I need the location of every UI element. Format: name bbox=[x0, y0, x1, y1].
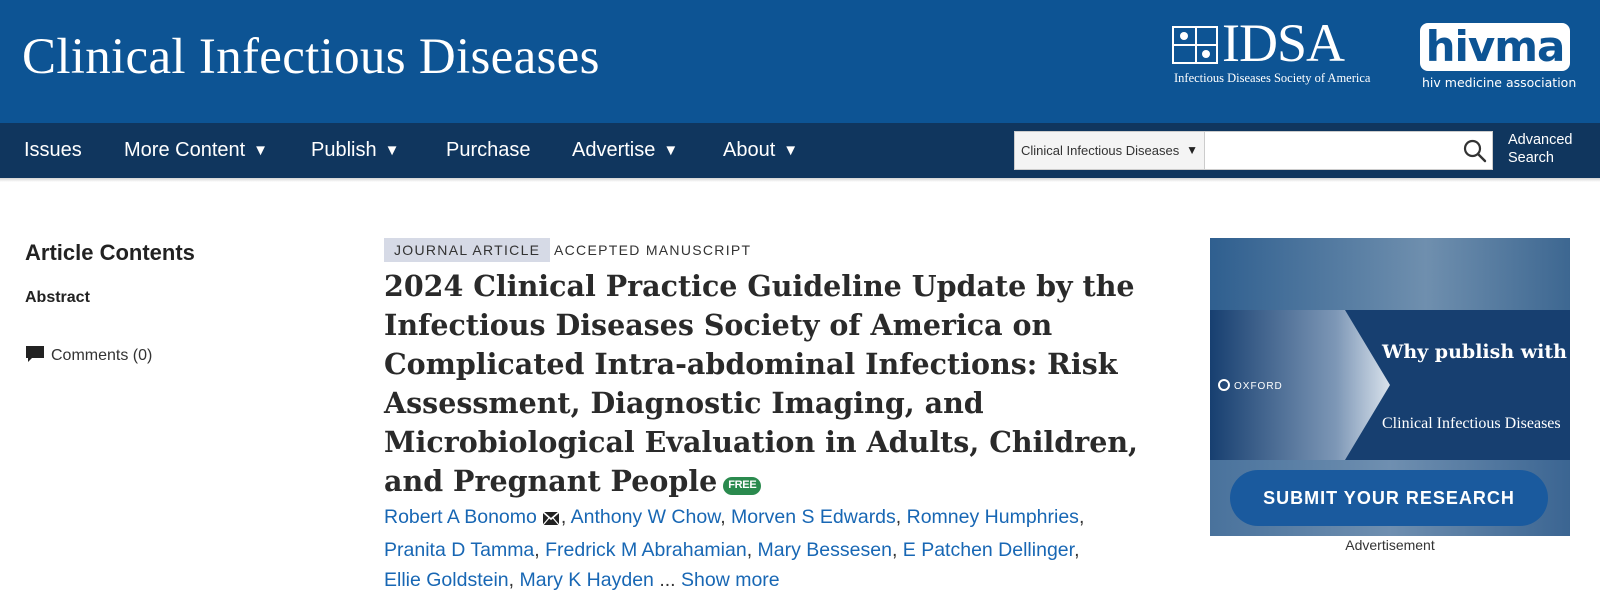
journal-title[interactable]: Clinical Infectious Diseases bbox=[22, 28, 600, 86]
comment-icon bbox=[25, 345, 45, 368]
idsa-tagline: Infectious Diseases Society of America bbox=[1174, 71, 1371, 85]
masthead: Clinical Infectious Diseases IDSA Infect… bbox=[0, 0, 1600, 123]
hivma-tagline: hiv medicine association bbox=[1422, 75, 1577, 90]
article-contents-heading: Article Contents bbox=[25, 240, 195, 265]
nav-advertise[interactable]: Advertise ▼ bbox=[572, 123, 678, 178]
advertisement-banner[interactable]: OXFORD Why publish with Clinical Infecti… bbox=[1210, 238, 1570, 536]
caret-down-icon: ▼ bbox=[253, 142, 269, 159]
article-title: 2024 Clinical Practice Guideline Update … bbox=[384, 267, 1144, 501]
author-separator: , bbox=[560, 506, 567, 528]
advanced-search-link[interactable]: Advanced Search bbox=[1508, 131, 1573, 167]
nav-purchase-label: Purchase bbox=[446, 139, 531, 161]
author-link[interactable]: Ellie Goldstein bbox=[384, 569, 509, 591]
ad-background-top bbox=[1210, 238, 1570, 310]
toc-item-abstract[interactable]: Abstract bbox=[25, 289, 90, 307]
author-link[interactable]: Morven S Edwards bbox=[731, 506, 896, 528]
ad-journal-name: Clinical Infectious Diseases bbox=[1382, 415, 1561, 432]
main-nav: Issues More Content ▼ Publish ▼ Purchase A… bbox=[0, 123, 1600, 178]
author-separator: , bbox=[891, 538, 898, 561]
comments-link[interactable]: Comments (0) bbox=[25, 345, 152, 368]
envelope-icon[interactable] bbox=[542, 504, 560, 535]
nav-more-content[interactable]: More Content ▼ bbox=[124, 123, 268, 178]
advertisement-label: Advertisement bbox=[1345, 537, 1435, 553]
oxford-wordmark: OXFORD bbox=[1234, 381, 1283, 392]
advanced-search-line2: Search bbox=[1508, 150, 1554, 166]
caret-down-icon: ▼ bbox=[663, 142, 679, 159]
article-type-badge: JOURNAL ARTICLE bbox=[384, 238, 551, 262]
author-link[interactable]: Pranita D Tamma bbox=[384, 539, 534, 561]
author-list: Robert A Bonomo, Anthony W Chow, Morven … bbox=[384, 502, 1104, 596]
nav-purchase[interactable]: Purchase bbox=[446, 123, 531, 178]
caret-down-icon: ▼ bbox=[384, 142, 400, 159]
nav-advertise-label: Advertise bbox=[572, 139, 656, 161]
oxford-ring-icon bbox=[1218, 379, 1230, 391]
search-scope-select[interactable]: Clinical Infectious Diseases ▼ bbox=[1014, 131, 1205, 170]
article-status-badge: ACCEPTED MANUSCRIPT bbox=[554, 242, 752, 258]
nav-about-label: About bbox=[723, 139, 776, 161]
idsa-logo[interactable]: IDSA Infectious Diseases Society of Amer… bbox=[1172, 16, 1397, 88]
author-ellipsis: ... bbox=[659, 569, 676, 591]
author-separator: , bbox=[508, 569, 515, 591]
caret-down-icon: ▼ bbox=[1182, 132, 1198, 169]
author-link[interactable]: Mary K Hayden bbox=[520, 569, 654, 591]
hivma-wordmark: hivma bbox=[1425, 22, 1566, 71]
nav-issues-label: Issues bbox=[24, 139, 82, 161]
author-link[interactable]: Romney Humphries bbox=[907, 506, 1079, 528]
author-separator: , bbox=[534, 538, 540, 561]
search-input[interactable] bbox=[1205, 131, 1493, 170]
free-badge: FREE bbox=[723, 477, 762, 495]
author-separator: , bbox=[720, 506, 726, 528]
author-separator: , bbox=[746, 538, 753, 561]
nav-shadow bbox=[0, 178, 1600, 182]
caret-down-icon: ▼ bbox=[783, 142, 799, 159]
author-link[interactable]: Anthony W Chow bbox=[571, 506, 721, 528]
author-link[interactable]: E Patchen Dellinger bbox=[903, 539, 1074, 561]
nav-publish-label: Publish bbox=[311, 139, 377, 161]
hivma-logo[interactable]: hivma hiv medicine association bbox=[1420, 22, 1577, 93]
author-link[interactable]: Robert A Bonomo bbox=[384, 506, 537, 528]
oxford-logo: OXFORD bbox=[1218, 379, 1283, 392]
idsa-emblem-icon bbox=[1172, 26, 1218, 64]
nav-issues[interactable]: Issues bbox=[24, 123, 82, 178]
author-link[interactable]: Mary Bessesen bbox=[758, 539, 892, 561]
author-link[interactable]: Fredrick M Abrahamian bbox=[545, 539, 747, 561]
author-separator: , bbox=[895, 506, 902, 528]
article-title-text: 2024 Clinical Practice Guideline Update … bbox=[384, 269, 1138, 498]
advanced-search-line1: Advanced bbox=[1508, 132, 1573, 148]
author-separator: , bbox=[1078, 506, 1085, 528]
nav-more-content-label: More Content bbox=[124, 139, 246, 161]
idsa-wordmark: IDSA bbox=[1222, 13, 1345, 73]
author-separator: , bbox=[1074, 538, 1080, 561]
submit-research-button[interactable]: SUBMIT YOUR RESEARCH bbox=[1230, 470, 1548, 526]
search-scope-value: Clinical Infectious Diseases bbox=[1021, 143, 1180, 158]
ad-headline: Why publish with bbox=[1382, 341, 1567, 363]
nav-about[interactable]: About ▼ bbox=[723, 123, 798, 178]
nav-publish[interactable]: Publish ▼ bbox=[311, 123, 399, 178]
comments-label: Comments (0) bbox=[51, 347, 153, 364]
show-more-authors-link[interactable]: Show more bbox=[681, 569, 780, 591]
search-icon[interactable] bbox=[1460, 136, 1490, 166]
